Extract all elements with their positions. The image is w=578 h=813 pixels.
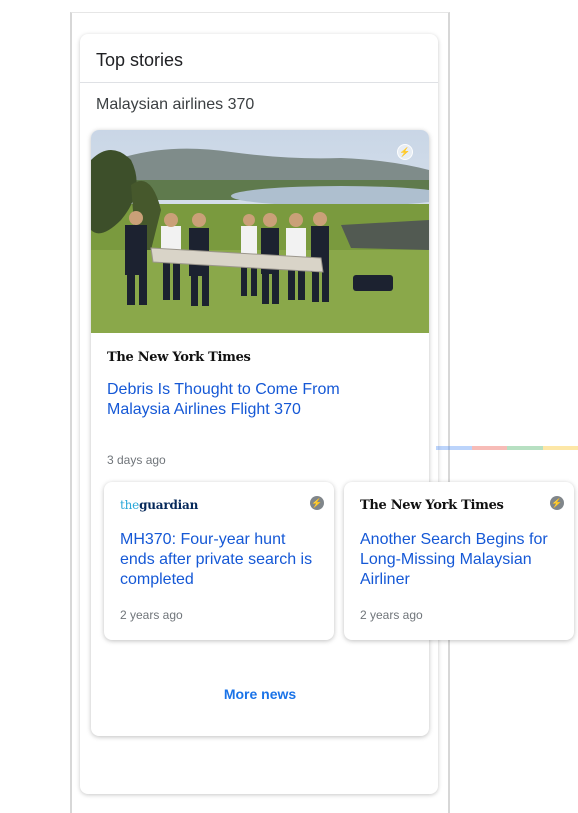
main-story-headline[interactable]: Debris Is Thought to Come From Malaysia … [107, 380, 407, 420]
amp-lightning-icon: ⚡ [550, 496, 564, 510]
story-time: 2 years ago [120, 608, 183, 622]
publisher-logo-nyt: The New York Times [360, 498, 504, 513]
story-time: 2 years ago [360, 608, 423, 622]
more-news-link[interactable]: More news [91, 686, 429, 702]
story-photo [91, 130, 429, 333]
story-card-nyt[interactable]: The New York Times ⚡ Another Search Begi… [344, 482, 574, 640]
divider [80, 82, 438, 83]
main-story-time: 3 days ago [107, 453, 166, 467]
google-color-strip [436, 446, 578, 450]
publisher-logo-nyt: The New York Times [107, 350, 251, 365]
story-headline[interactable]: MH370: Four-year hunt ends after private… [120, 530, 320, 590]
top-stories-panel: Top stories Malaysian airlines 370 ⚡ The… [80, 34, 438, 794]
section-title: Top stories [96, 50, 184, 70]
search-query-label: Malaysian airlines 370 [96, 96, 255, 113]
amp-lightning-icon: ⚡ [397, 144, 413, 160]
story-card-guardian[interactable]: theguardian ⚡ MH370: Four-year hunt ends… [104, 482, 334, 640]
main-story-card[interactable]: ⚡ The New York Times Debris Is Thought t… [91, 130, 429, 736]
amp-lightning-icon: ⚡ [310, 496, 324, 510]
phone-frame: Top stories Malaysian airlines 370 ⚡ The… [70, 12, 450, 813]
story-headline[interactable]: Another Search Begins for Long-Missing M… [360, 530, 560, 590]
publisher-logo-guardian: theguardian [120, 498, 199, 512]
